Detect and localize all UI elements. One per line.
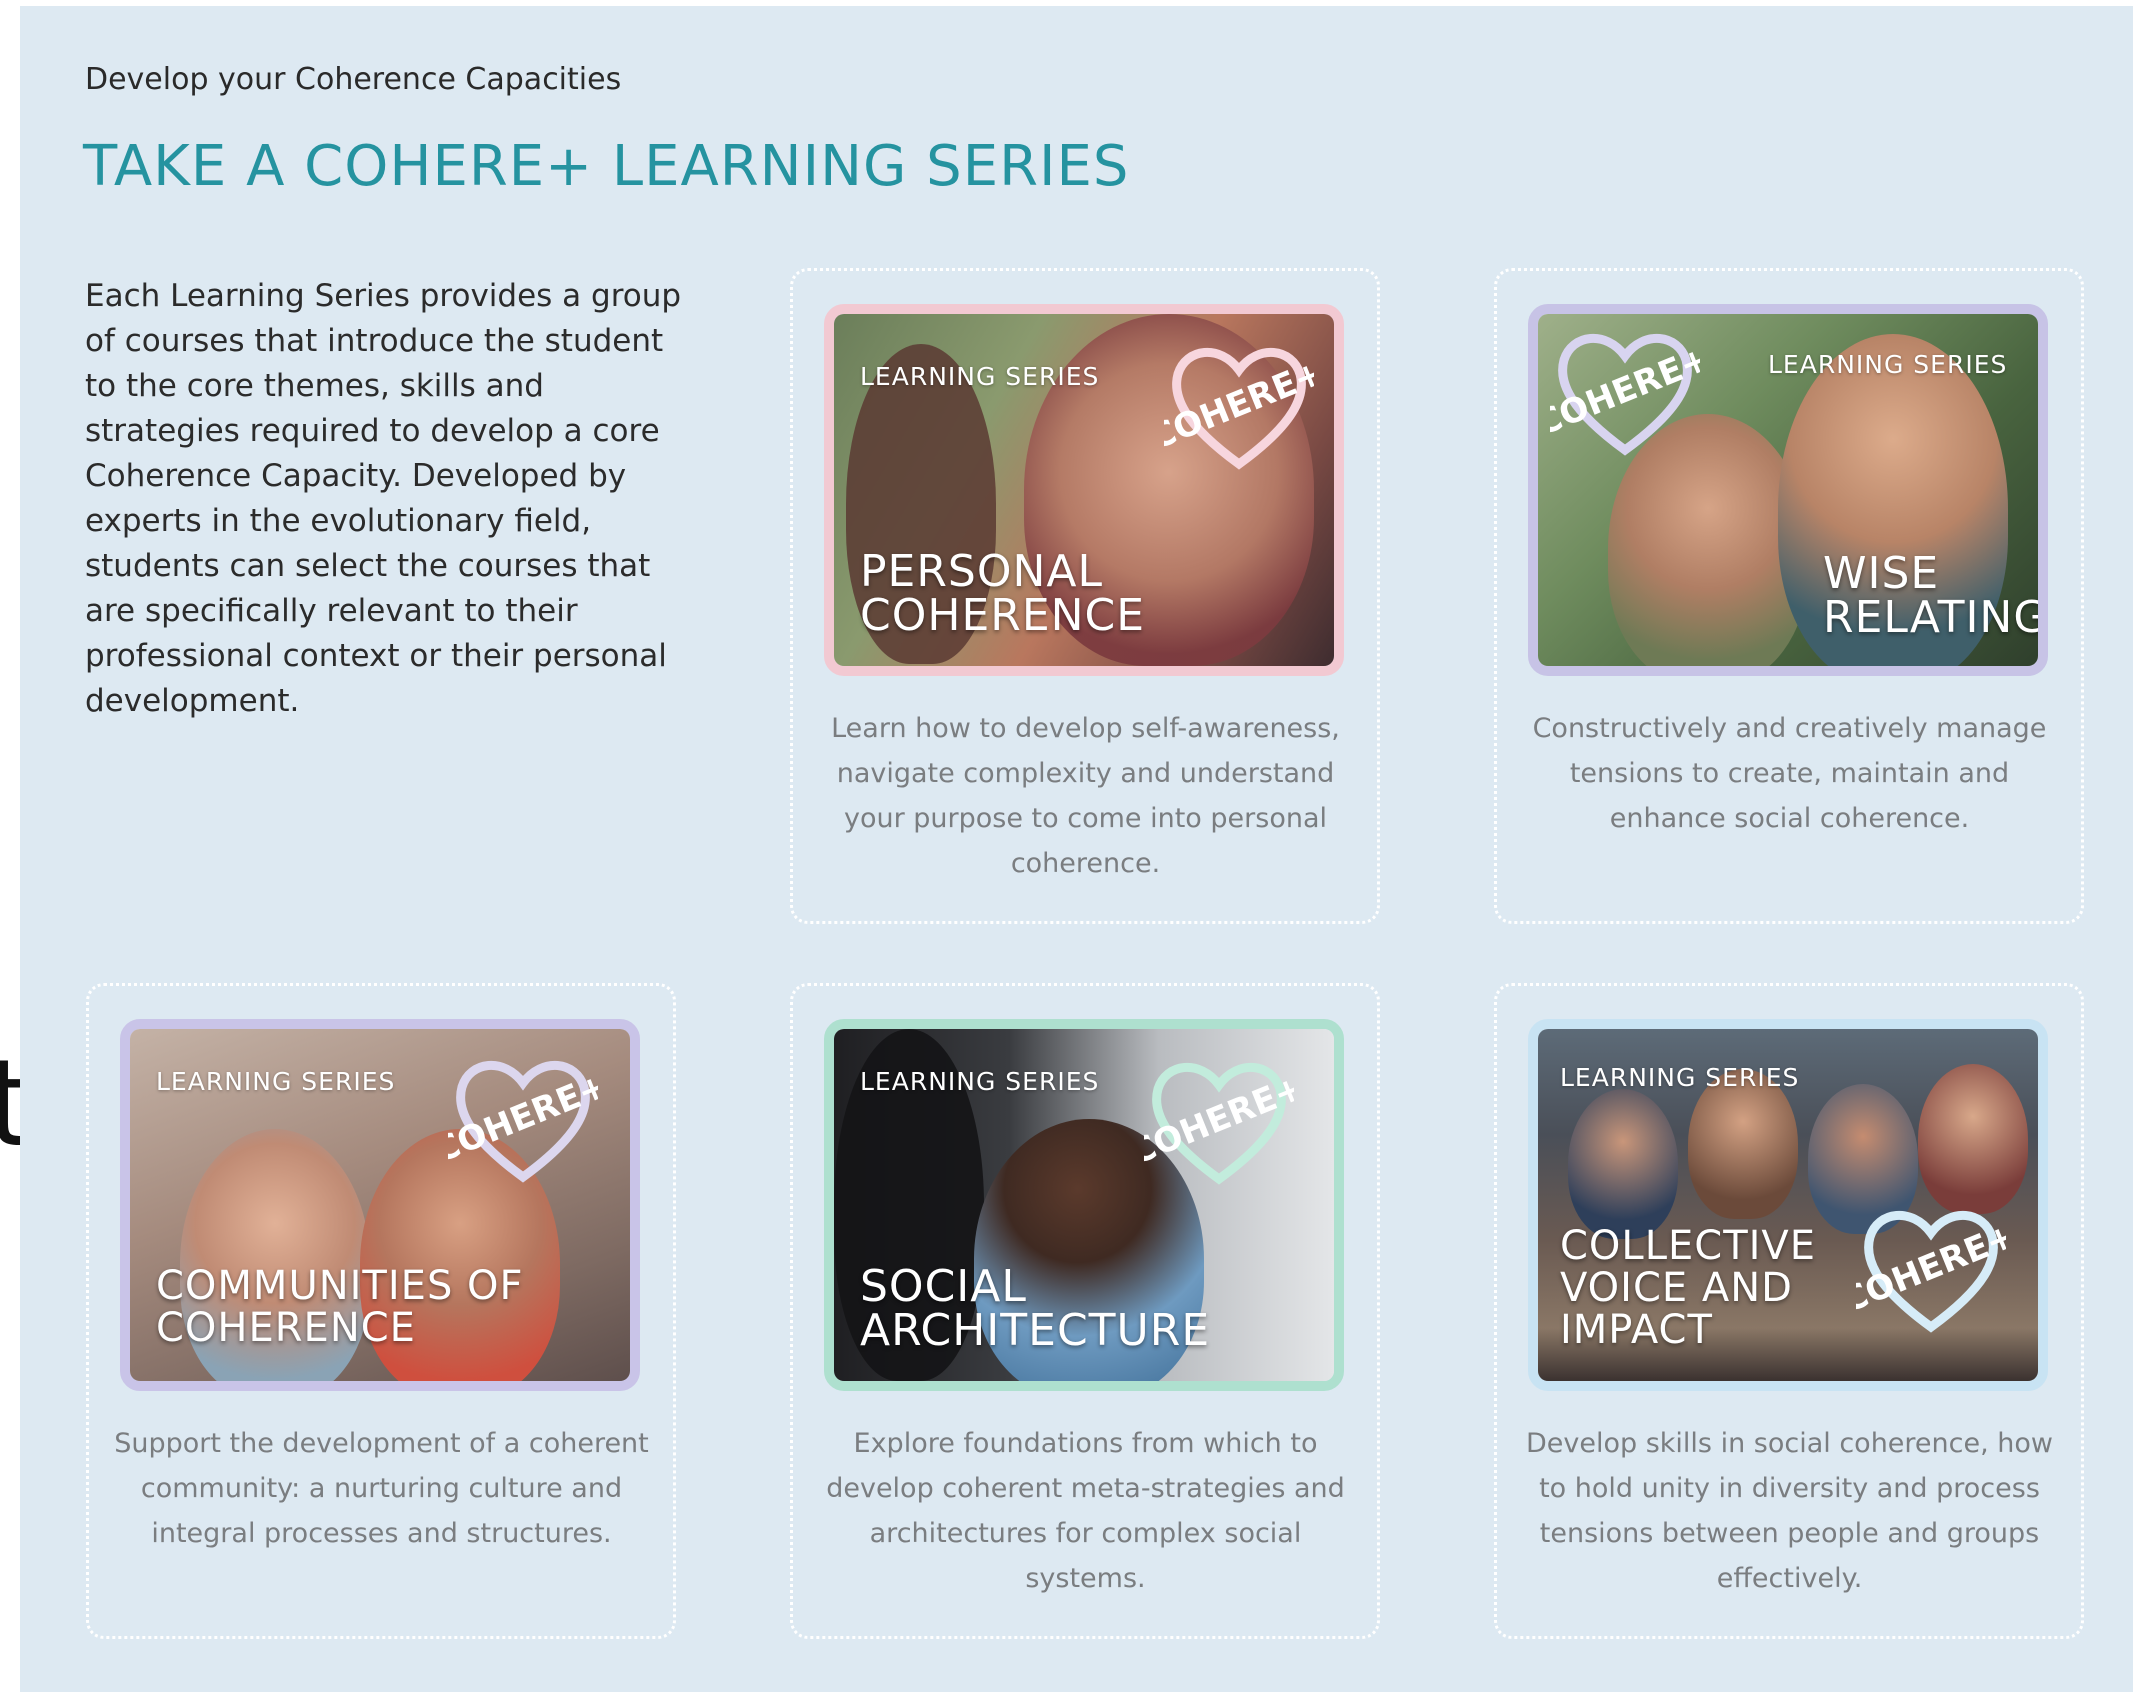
cohere-heart-logo-icon: COHERE+ (1144, 1063, 1294, 1185)
card-collective-voice-and-impact[interactable]: LEARNING SERIES COHERE+ COLLECTIVE VOICE… (1494, 983, 2084, 1639)
card-wise-relating[interactable]: LEARNING SERIES COHERE+ WISE RELATING Co… (1494, 268, 2084, 924)
series-title: WISE RELATING (1823, 548, 2048, 643)
series-tag: LEARNING SERIES (1768, 350, 2008, 379)
cohere-heart-logo-icon: COHERE+ (1550, 334, 1700, 456)
series-title: COLLECTIVE VOICE AND IMPACT (1560, 1223, 1817, 1353)
series-title: COMMUNITIES OF COHERENCE (156, 1263, 524, 1351)
card-social-architecture[interactable]: LEARNING SERIES COHERE+ SOCIAL ARCHITECT… (790, 983, 1380, 1639)
series-tag: LEARNING SERIES (156, 1067, 396, 1096)
card-image[interactable]: LEARNING SERIES COHERE+ WISE RELATING (1528, 304, 2048, 676)
series-tag: LEARNING SERIES (860, 362, 1100, 391)
cohere-heart-logo-icon: COHERE+ (448, 1061, 598, 1183)
card-image[interactable]: LEARNING SERIES COHERE+ PERSONAL COHEREN… (824, 304, 1344, 676)
card-image[interactable]: LEARNING SERIES COHERE+ COMMUNITIES OF C… (120, 1019, 640, 1391)
card-image[interactable]: LEARNING SERIES COHERE+ COLLECTIVE VOICE… (1528, 1019, 2048, 1391)
cohere-heart-logo-icon: COHERE+ (1164, 348, 1314, 470)
page: t Develop your Coherence Capacities TAKE… (0, 0, 2133, 1694)
series-title: SOCIAL ARCHITECTURE (860, 1261, 1211, 1356)
series-title: PERSONAL COHERENCE (860, 546, 1146, 641)
card-communities-of-coherence[interactable]: LEARNING SERIES COHERE+ COMMUNITIES OF C… (86, 983, 676, 1639)
section-heading: TAKE A COHERE+ LEARNING SERIES (83, 134, 1130, 199)
card-image[interactable]: LEARNING SERIES COHERE+ SOCIAL ARCHITECT… (824, 1019, 1344, 1391)
series-tag: LEARNING SERIES (860, 1067, 1100, 1096)
series-description: Learn how to develop self-awareness, nav… (831, 713, 1340, 879)
series-description: Explore foundations from which to develo… (826, 1428, 1345, 1594)
learning-series-section: Develop your Coherence Capacities TAKE A… (20, 6, 2133, 1692)
card-personal-coherence[interactable]: LEARNING SERIES COHERE+ PERSONAL COHEREN… (790, 268, 1380, 924)
series-description: Support the development of a coherent co… (114, 1428, 649, 1549)
section-eyebrow: Develop your Coherence Capacities (85, 62, 622, 97)
series-description: Develop skills in social coherence, how … (1525, 1428, 2053, 1594)
series-description: Constructively and creatively manage ten… (1532, 713, 2047, 834)
series-tag: LEARNING SERIES (1560, 1063, 1800, 1092)
section-intro: Each Learning Series provides a group of… (85, 278, 682, 719)
cohere-heart-logo-icon: COHERE+ (1856, 1211, 2006, 1333)
